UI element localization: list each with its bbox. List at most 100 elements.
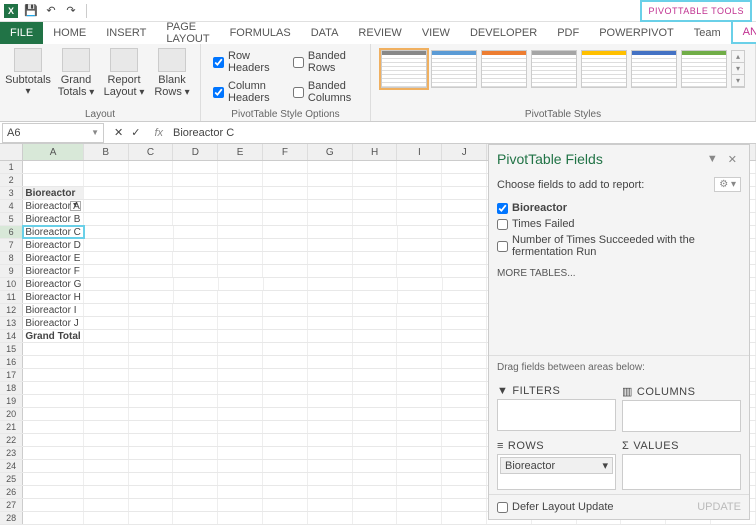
cell[interactable]: Bioreactor B [23,213,83,225]
cell[interactable] [442,174,487,186]
cell[interactable] [442,369,487,381]
cell[interactable] [84,395,129,407]
cell[interactable] [218,226,263,238]
cell[interactable] [23,421,83,433]
undo-icon[interactable]: ↶ [44,4,58,18]
cell[interactable] [263,460,308,472]
cell[interactable] [263,499,308,511]
row-header[interactable]: 6 [0,226,23,238]
cell[interactable] [173,395,218,407]
cell[interactable] [263,395,308,407]
cell[interactable] [218,239,263,251]
column-header[interactable]: I [397,144,442,160]
cell[interactable] [129,239,174,251]
cell[interactable] [173,213,218,225]
cell[interactable] [308,343,353,355]
cell[interactable] [442,187,487,199]
cell[interactable] [353,304,398,316]
cell[interactable] [308,499,353,511]
cell[interactable] [353,486,398,498]
cell[interactable] [23,434,83,446]
row-header[interactable]: 24 [0,460,23,472]
cell[interactable] [23,161,83,173]
pivot-style-swatch[interactable] [431,50,477,88]
cell[interactable] [129,278,174,290]
cell[interactable] [84,408,129,420]
cell[interactable] [218,265,263,277]
cell[interactable] [174,278,219,290]
cell[interactable] [263,226,308,238]
cell[interactable] [308,200,353,212]
cell[interactable] [129,460,174,472]
cell[interactable] [442,447,487,459]
cell[interactable] [264,278,309,290]
cell[interactable] [308,395,353,407]
tab-pdf[interactable]: PDF [547,22,589,44]
cell[interactable] [353,226,398,238]
cell[interactable] [173,460,218,472]
save-icon[interactable]: 💾 [24,4,38,18]
field-checkbox[interactable]: Times Failed [497,216,741,232]
cell[interactable] [442,421,487,433]
row-header[interactable]: 12 [0,304,23,316]
cell[interactable] [173,473,218,485]
cell[interactable] [397,382,442,394]
cell[interactable] [129,291,174,303]
cell[interactable] [263,421,308,433]
pane-dropdown-icon[interactable]: ▼ [701,153,724,165]
cell[interactable] [353,434,398,446]
cell[interactable] [308,356,353,368]
cancel-icon[interactable]: ✕ [114,126,123,139]
cell[interactable] [218,213,263,225]
cell[interactable] [308,226,353,238]
cell[interactable] [129,304,174,316]
filters-area[interactable]: ▼FILTERS [497,383,616,432]
cell[interactable] [84,330,129,342]
cell[interactable] [308,278,353,290]
tab-developer[interactable]: DEVELOPER [460,22,547,44]
cell[interactable] [397,187,442,199]
cell[interactable] [442,239,487,251]
cell[interactable] [353,512,398,524]
cell[interactable] [308,330,353,342]
cell[interactable] [308,486,353,498]
column-header[interactable]: D [173,144,218,160]
cell[interactable] [84,512,129,524]
cell[interactable] [218,174,263,186]
cell[interactable] [173,200,218,212]
pivot-style-swatch[interactable] [531,50,577,88]
cell[interactable] [442,486,487,498]
cell[interactable] [84,252,129,264]
row-header[interactable]: 3 [0,187,23,199]
cell[interactable] [353,408,398,420]
cell[interactable] [397,174,442,186]
tab-insert[interactable]: INSERT [96,22,156,44]
report-layout-button[interactable]: Report Layout ▾ [102,46,146,98]
cell[interactable] [353,421,398,433]
cell[interactable] [263,291,308,303]
values-area[interactable]: ΣVALUES [622,438,741,490]
cell[interactable] [129,447,174,459]
row-header[interactable]: 21 [0,421,23,433]
cell[interactable] [129,499,174,511]
cell[interactable] [263,408,308,420]
cell[interactable] [129,356,174,368]
cell[interactable] [129,200,174,212]
cell[interactable] [442,473,487,485]
cell[interactable] [84,356,129,368]
cell[interactable] [219,278,264,290]
cell[interactable] [263,486,308,498]
cell[interactable]: Bioreactor I [23,304,83,316]
field-checkbox[interactable]: Bioreactor [497,200,741,216]
fx-icon[interactable]: fx [148,127,169,139]
cell[interactable] [397,265,442,277]
cell[interactable] [397,408,442,420]
row-header[interactable]: 9 [0,265,23,277]
row-header[interactable]: 7 [0,239,23,251]
cell[interactable] [263,304,308,316]
cell[interactable] [218,304,263,316]
cell[interactable] [442,291,487,303]
chevron-down-icon[interactable]: ▼ [91,128,99,137]
cell[interactable] [397,200,442,212]
cell[interactable] [353,187,398,199]
